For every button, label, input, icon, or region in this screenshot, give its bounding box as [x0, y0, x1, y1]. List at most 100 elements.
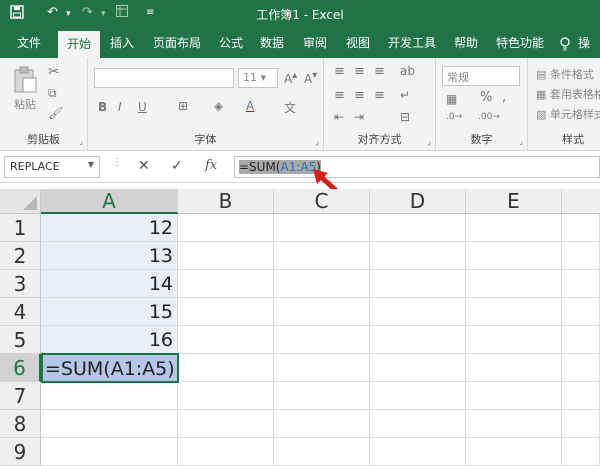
cell-e7[interactable] — [466, 382, 562, 410]
orientation-icon[interactable]: ab — [400, 64, 415, 78]
format-painter-icon[interactable]: 🖌 — [48, 106, 63, 120]
number-launcher-icon[interactable]: ⌟ — [519, 137, 523, 146]
middle-align-icon[interactable]: ≡ — [354, 64, 365, 79]
cell-c5[interactable] — [274, 326, 370, 354]
tab-help[interactable]: 帮助 — [445, 28, 487, 58]
cell-a6[interactable]: =SUM(A1:A5) — [41, 353, 179, 383]
wrap-text-icon[interactable]: ↵ — [400, 88, 410, 102]
italic-button[interactable]: I — [118, 100, 122, 114]
cell-e9[interactable] — [466, 438, 562, 466]
column-header-d[interactable]: D — [370, 189, 466, 214]
shrink-font-icon[interactable]: A▾ — [304, 70, 317, 86]
cell-a7[interactable] — [41, 382, 178, 410]
copy-icon[interactable]: ⧉ — [48, 86, 57, 101]
font-name-dropdown[interactable] — [94, 68, 234, 88]
column-header-f[interactable] — [562, 189, 600, 214]
phonetic-icon[interactable]: 文 — [284, 99, 296, 116]
cell-a4[interactable]: 15 — [41, 298, 178, 326]
cell-a8[interactable] — [41, 410, 178, 438]
column-header-c[interactable]: C — [274, 189, 370, 214]
cell-e5[interactable] — [466, 326, 562, 354]
bold-button[interactable]: B — [98, 100, 107, 114]
paste-icon[interactable] — [12, 66, 38, 97]
cell-d4[interactable] — [370, 298, 466, 326]
tab-special-features[interactable]: 特色功能 — [487, 28, 553, 58]
cell-f5[interactable] — [562, 326, 600, 354]
clipboard-launcher-icon[interactable]: ⌟ — [79, 137, 83, 146]
cell-b9[interactable] — [178, 438, 274, 466]
tab-formulas[interactable]: 公式 — [210, 28, 252, 58]
cell-c1[interactable] — [274, 214, 370, 242]
cell-c3[interactable] — [274, 270, 370, 298]
format-as-table-button[interactable]: ▦ 套用表格格 — [536, 86, 600, 102]
font-size-dropdown[interactable]: 11 ▾ — [238, 68, 278, 88]
percent-icon[interactable]: % — [480, 90, 492, 105]
cut-icon[interactable]: ✂ — [48, 64, 60, 80]
fill-color-icon[interactable]: ◈ — [214, 99, 223, 113]
cell-f7[interactable] — [562, 382, 600, 410]
cell-e2[interactable] — [466, 242, 562, 270]
cell-c8[interactable] — [274, 410, 370, 438]
cell-f9[interactable] — [562, 438, 600, 466]
row-header-5[interactable]: 5 — [0, 326, 41, 354]
cell-b3[interactable] — [178, 270, 274, 298]
cell-c2[interactable] — [274, 242, 370, 270]
name-box-dropdown-icon[interactable]: ▼ — [88, 160, 94, 169]
grow-font-icon[interactable]: A▴ — [284, 70, 297, 86]
cell-c4[interactable] — [274, 298, 370, 326]
underline-button[interactable]: U — [138, 100, 147, 114]
row-header-9[interactable]: 9 — [0, 438, 41, 466]
cell-d1[interactable] — [370, 214, 466, 242]
lightbulb-icon[interactable] — [557, 28, 573, 58]
cell-f8[interactable] — [562, 410, 600, 438]
row-header-3[interactable]: 3 — [0, 270, 41, 298]
cell-b1[interactable] — [178, 214, 274, 242]
cell-d3[interactable] — [370, 270, 466, 298]
increase-indent-icon[interactable]: ⇥ — [354, 110, 364, 124]
cell-a1[interactable]: 12 — [41, 214, 178, 242]
tab-file[interactable]: 文件 — [8, 28, 50, 58]
align-right-icon[interactable]: ≡ — [374, 88, 385, 103]
accounting-format-icon[interactable]: ▦ — [446, 92, 457, 106]
cell-e1[interactable] — [466, 214, 562, 242]
cell-b4[interactable] — [178, 298, 274, 326]
cell-b2[interactable] — [178, 242, 274, 270]
cell-d8[interactable] — [370, 410, 466, 438]
row-header-2[interactable]: 2 — [0, 242, 41, 270]
font-launcher-icon[interactable]: ⌟ — [315, 137, 319, 146]
cell-c7[interactable] — [274, 382, 370, 410]
comma-style-icon[interactable]: , — [502, 90, 506, 105]
cell-d9[interactable] — [370, 438, 466, 466]
tab-page-layout[interactable]: 页面布局 — [144, 28, 210, 58]
alignment-launcher-icon[interactable]: ⌟ — [427, 137, 431, 146]
enter-icon[interactable]: ✓ — [171, 158, 183, 174]
cell-c9[interactable] — [274, 438, 370, 466]
cell-e4[interactable] — [466, 298, 562, 326]
cell-b5[interactable] — [178, 326, 274, 354]
tab-view[interactable]: 视图 — [337, 28, 379, 58]
paste-label[interactable]: 粘贴 — [14, 96, 36, 112]
tab-home[interactable]: 开始 — [58, 31, 101, 58]
cell-f4[interactable] — [562, 298, 600, 326]
conditional-formatting-button[interactable]: ▤ 条件格式 — [536, 66, 594, 82]
cell-f3[interactable] — [562, 270, 600, 298]
cell-a2[interactable]: 13 — [41, 242, 178, 270]
cell-e3[interactable] — [466, 270, 562, 298]
cell-b8[interactable] — [178, 410, 274, 438]
cell-b7[interactable] — [178, 382, 274, 410]
row-header-6[interactable]: 6 — [0, 354, 41, 382]
cell-a3[interactable]: 14 — [41, 270, 178, 298]
select-all-corner[interactable] — [0, 189, 41, 214]
column-header-b[interactable]: B — [178, 189, 274, 214]
tab-insert[interactable]: 插入 — [101, 28, 143, 58]
cell-f6[interactable] — [562, 354, 600, 382]
tab-review[interactable]: 审阅 — [294, 28, 336, 58]
borders-icon[interactable]: ⊞ — [178, 99, 188, 113]
column-header-e[interactable]: E — [466, 189, 562, 214]
row-header-1[interactable]: 1 — [0, 214, 41, 242]
formula-input[interactable]: =SUM(A1:A5) — [234, 156, 600, 178]
cell-f1[interactable] — [562, 214, 600, 242]
cancel-icon[interactable]: ✕ — [138, 158, 150, 174]
align-center-icon[interactable]: ≡ — [354, 88, 365, 103]
cell-b6[interactable] — [178, 354, 274, 382]
